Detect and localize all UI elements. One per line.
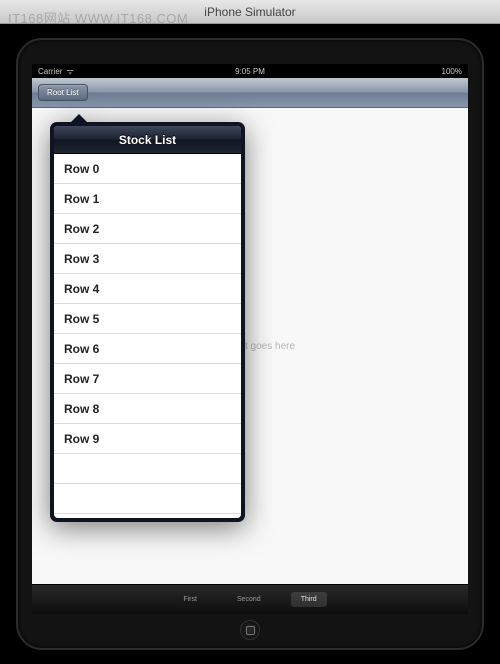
watermark: IT168网站 WWW.IT168.COM bbox=[8, 8, 188, 27]
list-item[interactable]: Row 8 bbox=[54, 394, 241, 424]
popover: Stock List Row 0 Row 1 Row 2 Row 3 Row 4… bbox=[50, 122, 245, 522]
popover-inner: Stock List Row 0 Row 1 Row 2 Row 3 Row 4… bbox=[54, 126, 241, 518]
popover-title: Stock List bbox=[54, 126, 241, 154]
navigation-bar: Root List bbox=[32, 78, 468, 108]
list-item[interactable]: Row 7 bbox=[54, 364, 241, 394]
status-left: Carrier ᯤ bbox=[38, 66, 179, 77]
simulator-stage: Carrier ᯤ 9:05 PM 100% Root List w conte… bbox=[0, 24, 500, 664]
list-item[interactable]: Row 0 bbox=[54, 154, 241, 184]
simulator-title: iPhone Simulator bbox=[204, 5, 295, 19]
list-item[interactable]: Row 6 bbox=[54, 334, 241, 364]
popover-body: Stock List Row 0 Row 1 Row 2 Row 3 Row 4… bbox=[50, 122, 245, 522]
list-item[interactable]: Row 2 bbox=[54, 214, 241, 244]
root-list-button[interactable]: Root List bbox=[38, 84, 88, 101]
home-button[interactable] bbox=[240, 620, 260, 640]
status-bar: Carrier ᯤ 9:05 PM 100% bbox=[32, 64, 468, 78]
list-item[interactable]: Row 1 bbox=[54, 184, 241, 214]
list-item[interactable]: Row 5 bbox=[54, 304, 241, 334]
popover-arrow-icon bbox=[70, 114, 88, 123]
wifi-icon: ᯤ bbox=[66, 66, 73, 77]
list-item[interactable]: Row 9 bbox=[54, 424, 241, 454]
popover-list[interactable]: Row 0 Row 1 Row 2 Row 3 Row 4 Row 5 Row … bbox=[54, 154, 241, 518]
ipad-screen: Carrier ᯤ 9:05 PM 100% Root List w conte… bbox=[32, 64, 468, 614]
list-item[interactable]: Row 3 bbox=[54, 244, 241, 274]
list-item[interactable] bbox=[54, 454, 241, 484]
carrier-label: Carrier bbox=[38, 67, 62, 76]
status-time: 9:05 PM bbox=[179, 67, 320, 76]
tab-third[interactable]: Third bbox=[291, 592, 327, 607]
ipad-frame: Carrier ᯤ 9:05 PM 100% Root List w conte… bbox=[16, 38, 484, 650]
list-item[interactable] bbox=[54, 484, 241, 514]
tab-second[interactable]: Second bbox=[227, 592, 271, 607]
tab-bar: First Second Third bbox=[32, 584, 468, 614]
status-battery: 100% bbox=[321, 67, 462, 76]
list-item[interactable]: Row 4 bbox=[54, 274, 241, 304]
tab-first[interactable]: First bbox=[173, 592, 207, 607]
